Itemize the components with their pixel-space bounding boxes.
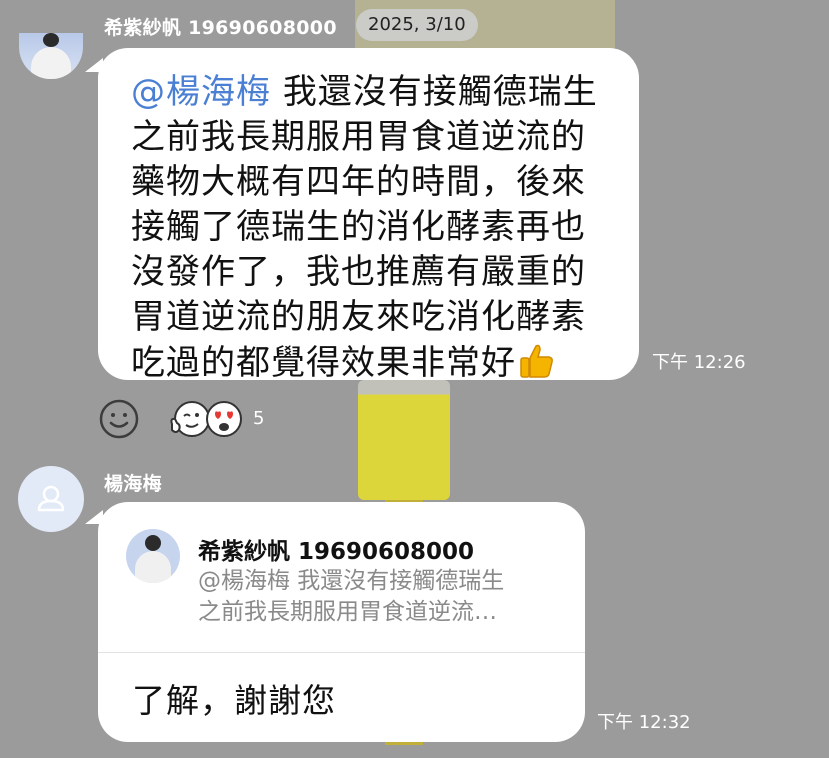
message-line: 沒發作了，我也推薦有嚴重的	[131, 252, 586, 292]
reply-sender-name: 希紫紗帆 19690608000	[198, 539, 475, 565]
reply-preview-line: @楊海梅 我還沒有接觸德瑞生	[198, 568, 505, 594]
date-pill: 2025, 3/10	[356, 9, 478, 41]
avatar-head	[145, 535, 161, 551]
message-text: @楊海梅 我還沒有接觸德瑞生 之前我長期服用胃食道逆流的 藥物大概有四年的時間，…	[131, 70, 611, 386]
smiley-add-icon[interactable]	[99, 399, 139, 439]
heart-eyes-icon	[206, 401, 242, 437]
thumbs-up-icon	[520, 344, 553, 378]
message-line: 吃過的都覺得效果非常好	[131, 343, 516, 383]
background-image	[358, 380, 450, 500]
reply-quote[interactable]: 希紫紗帆 19690608000 @楊海梅 我還沒有接觸德瑞生 之前我長期服用胃…	[98, 502, 585, 653]
message-time: 下午 12:26	[652, 352, 746, 373]
avatar[interactable]	[19, 33, 83, 79]
message-text: 了解，謝謝您	[132, 681, 336, 720]
message-line: 我還沒有接觸德瑞生	[282, 72, 598, 112]
reactions[interactable]	[168, 398, 246, 440]
user-icon	[37, 485, 65, 512]
message-bubble[interactable]: 希紫紗帆 19690608000 @楊海梅 我還沒有接觸德瑞生 之前我長期服用胃…	[98, 502, 585, 742]
reaction-count: 5	[253, 408, 265, 429]
avatar-body	[135, 551, 171, 583]
reply-preview: @楊海梅 我還沒有接觸德瑞生 之前我長期服用胃食道逆流…	[198, 566, 568, 628]
message-line: 接觸了德瑞生的消化酵素再也	[131, 207, 586, 247]
mention-link[interactable]: @楊海梅	[131, 72, 271, 112]
message-line: 藥物大概有四年的時間，後來	[131, 162, 586, 202]
avatar-head	[43, 33, 59, 47]
message-line: 胃道逆流的朋友來吃消化酵素	[131, 297, 586, 337]
message-bubble[interactable]: @楊海梅 我還沒有接觸德瑞生 之前我長期服用胃食道逆流的 藥物大概有四年的時間，…	[98, 48, 639, 383]
avatar-body	[31, 47, 71, 79]
message-time: 下午 12:32	[597, 712, 691, 733]
message-line: 之前我長期服用胃食道逆流的	[131, 117, 586, 157]
sender-name: 希紫紗帆 19690608000	[104, 17, 337, 39]
reply-avatar	[126, 529, 180, 583]
reply-preview-line: 之前我長期服用胃食道逆流…	[198, 599, 497, 625]
sender-name: 楊海梅	[104, 473, 162, 495]
avatar[interactable]	[18, 466, 84, 532]
wink-thumbs-up-icon	[170, 401, 210, 437]
